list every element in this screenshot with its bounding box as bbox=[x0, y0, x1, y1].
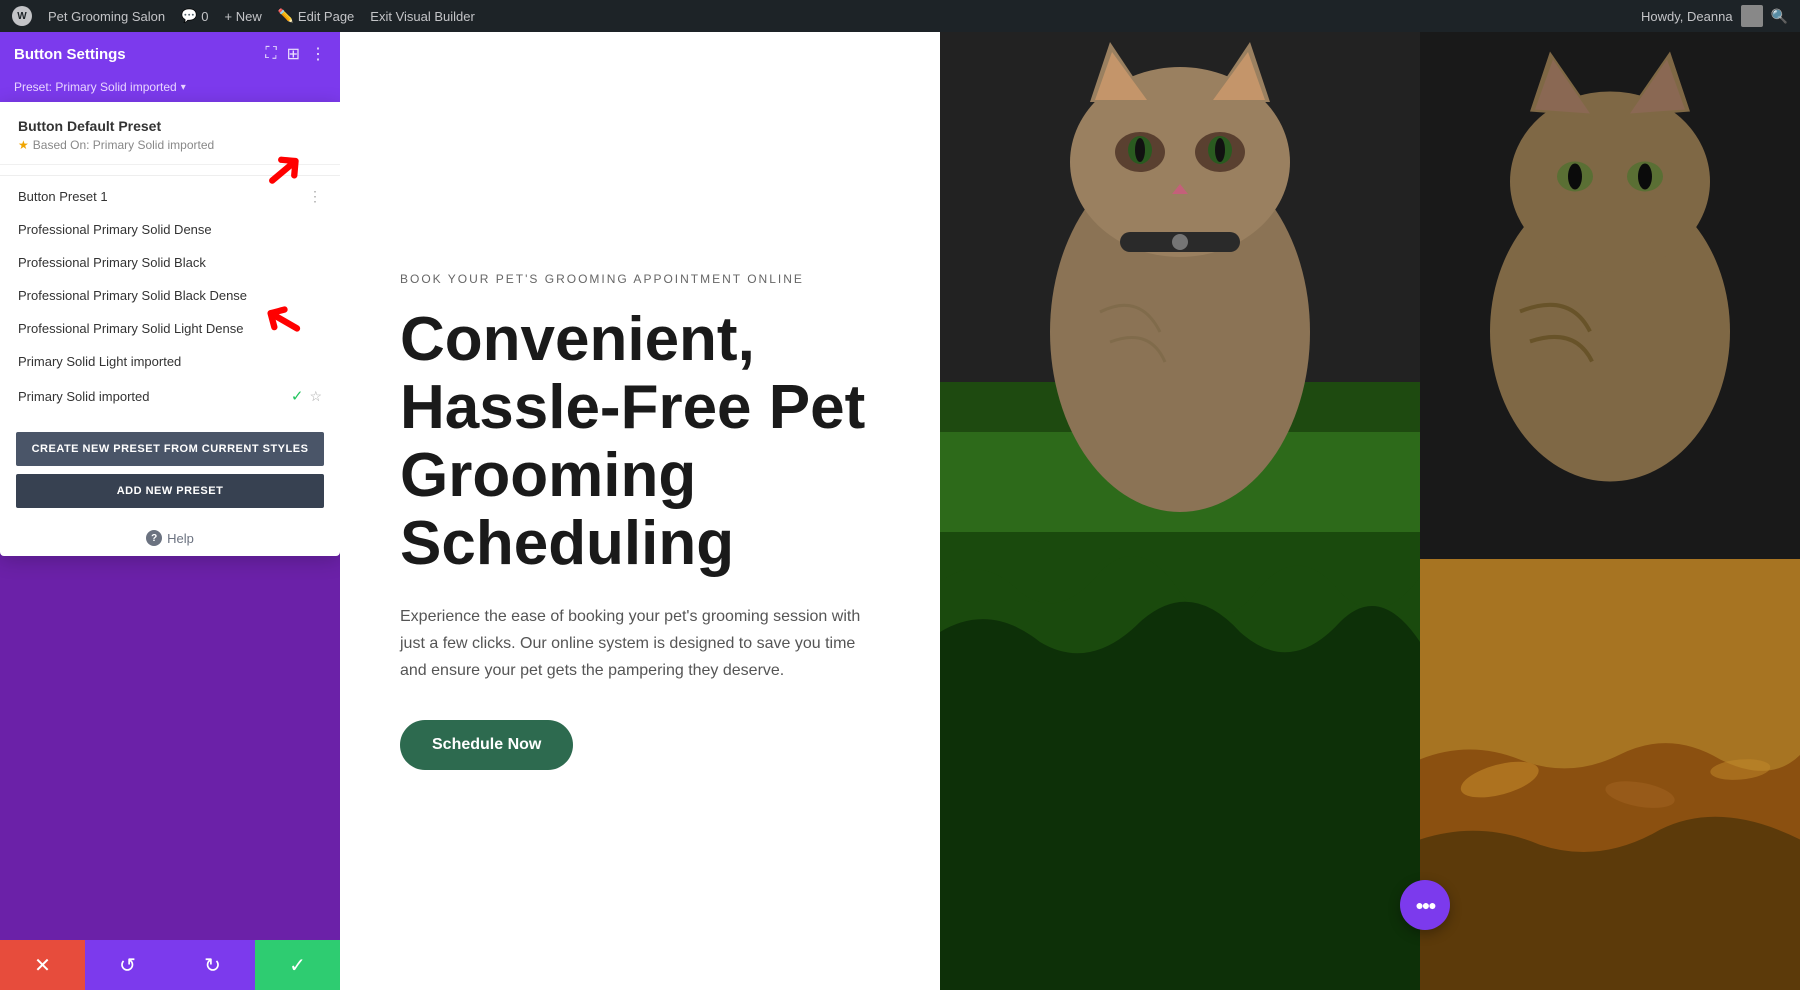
preset-item-label: Professional Primary Solid Black Dense bbox=[18, 288, 322, 303]
preset-item-label: Primary Solid imported bbox=[18, 389, 291, 404]
schedule-button[interactable]: Schedule Now bbox=[400, 720, 573, 770]
save-button[interactable]: ✓ bbox=[255, 940, 340, 990]
avatar[interactable] bbox=[1741, 5, 1763, 27]
admin-bar-right: Howdy, Deanna 🔍 bbox=[1641, 5, 1788, 27]
hero-title: Convenient, Hassle-Free Pet Grooming Sch… bbox=[400, 306, 880, 579]
preset-item-label: Button Preset 1 bbox=[18, 189, 322, 204]
hero-section: BOOK YOUR PET'S GROOMING APPOINTMENT ONL… bbox=[340, 32, 1800, 990]
comments-button[interactable]: 💬 0 bbox=[181, 8, 208, 24]
comments-count: 0 bbox=[201, 9, 208, 24]
screen-icon[interactable]: ⛶ bbox=[265, 45, 276, 63]
hero-tagline: BOOK YOUR PET'S GROOMING APPOINTMENT ONL… bbox=[400, 272, 880, 286]
exit-builder-button[interactable]: Exit Visual Builder bbox=[370, 9, 475, 24]
columns-icon[interactable]: ⊞ bbox=[287, 44, 300, 64]
help-label: Help bbox=[167, 531, 194, 546]
preset-item-active[interactable]: Primary Solid imported ✓ ☆ bbox=[0, 378, 340, 414]
redo-button[interactable]: ↻ bbox=[170, 940, 255, 990]
pencil-icon: ✏️ bbox=[278, 8, 294, 24]
help-link[interactable]: ? Help bbox=[0, 520, 340, 556]
exit-builder-label: Exit Visual Builder bbox=[370, 9, 475, 24]
wp-logo-button[interactable]: W bbox=[12, 6, 32, 26]
site-name[interactable]: Pet Grooming Salon bbox=[48, 9, 165, 24]
comment-icon: 💬 bbox=[181, 8, 197, 24]
default-preset-subtitle: ★ Based On: Primary Solid imported bbox=[18, 138, 322, 152]
preset-item[interactable]: Primary Solid Light imported bbox=[0, 345, 340, 378]
preset-actions: CREATE NEW PRESET FROM CURRENT STYLES AD… bbox=[0, 420, 340, 520]
close-icon: ✕ bbox=[34, 953, 51, 978]
checkmark-icon: ✓ bbox=[291, 387, 304, 405]
cat-image-svg bbox=[940, 32, 1420, 990]
star-outline-icon[interactable]: ☆ bbox=[309, 388, 322, 405]
close-button[interactable]: ✕ bbox=[0, 940, 85, 990]
settings-title: Button Settings bbox=[14, 46, 126, 63]
preset-item-label: Professional Primary Solid Dense bbox=[18, 222, 322, 237]
based-on-text: Based On: Primary Solid imported bbox=[33, 138, 214, 152]
default-preset-section: Button Default Preset ★ Based On: Primar… bbox=[0, 102, 340, 165]
preset-more-icon[interactable]: ⋮ bbox=[308, 188, 322, 205]
new-content-button[interactable]: + New bbox=[225, 9, 262, 24]
edit-page-button[interactable]: ✏️ Edit Page bbox=[278, 8, 355, 24]
edit-page-label: Edit Page bbox=[298, 9, 354, 24]
side-cats-bottom bbox=[1420, 559, 1800, 990]
redo-icon: ↻ bbox=[204, 953, 221, 978]
more-options-icon[interactable]: ⋮ bbox=[310, 44, 326, 64]
preset-item-label: Professional Primary Solid Light Dense bbox=[18, 321, 322, 336]
save-icon: ✓ bbox=[289, 953, 306, 978]
preset-item-label: Professional Primary Solid Black bbox=[18, 255, 322, 270]
help-icon: ? bbox=[146, 530, 162, 546]
fab-icon: ●●● bbox=[1415, 897, 1434, 913]
preset-item[interactable]: Professional Primary Solid Light Dense bbox=[0, 312, 340, 345]
star-icon: ★ bbox=[18, 138, 29, 152]
hero-description: Experience the ease of booking your pet'… bbox=[400, 603, 880, 685]
admin-bar: W Pet Grooming Salon 💬 0 + New ✏️ Edit P… bbox=[0, 0, 1800, 32]
preset-item-icons: ✓ ☆ bbox=[291, 387, 322, 405]
add-preset-button[interactable]: ADD NEW PRESET bbox=[16, 474, 324, 508]
bottom-toolbar: ✕ ↺ ↻ ✓ bbox=[0, 940, 340, 990]
preset-item[interactable]: Professional Primary Solid Black Dense bbox=[0, 279, 340, 312]
search-icon[interactable]: 🔍 bbox=[1771, 8, 1788, 25]
main-content: BOOK YOUR PET'S GROOMING APPOINTMENT ONL… bbox=[340, 32, 1800, 990]
preset-item[interactable]: Professional Primary Solid Black bbox=[0, 246, 340, 279]
side-cats-top bbox=[1420, 32, 1800, 559]
preset-item[interactable]: Button Preset 1 ⋮ bbox=[0, 175, 340, 213]
panel-sidebar: Button Settings ⛶ ⊞ ⋮ Preset: Primary So… bbox=[0, 32, 340, 990]
preset-label[interactable]: Preset: Primary Solid imported ▾ bbox=[0, 76, 340, 102]
page-wrapper: Button Settings ⛶ ⊞ ⋮ Preset: Primary So… bbox=[0, 32, 1800, 990]
chevron-down-icon: ▾ bbox=[181, 82, 186, 93]
settings-header-icons: ⛶ ⊞ ⋮ bbox=[265, 44, 326, 64]
settings-header: Button Settings ⛶ ⊞ ⋮ bbox=[0, 32, 340, 76]
undo-button[interactable]: ↺ bbox=[85, 940, 170, 990]
default-preset-title: Button Default Preset bbox=[18, 118, 322, 134]
undo-icon: ↺ bbox=[119, 953, 136, 978]
hero-left: BOOK YOUR PET'S GROOMING APPOINTMENT ONL… bbox=[340, 32, 940, 990]
preset-label-text: Preset: Primary Solid imported bbox=[14, 80, 177, 94]
preset-item[interactable]: Professional Primary Solid Dense bbox=[0, 213, 340, 246]
hero-image bbox=[940, 32, 1420, 990]
create-preset-button[interactable]: CREATE NEW PRESET FROM CURRENT STYLES bbox=[16, 432, 324, 466]
fab-button[interactable]: ●●● bbox=[1400, 880, 1450, 930]
user-greeting: Howdy, Deanna bbox=[1641, 9, 1733, 24]
new-label: + New bbox=[225, 9, 262, 24]
preset-item-label: Primary Solid Light imported bbox=[18, 354, 322, 369]
site-link: Pet Grooming Salon bbox=[48, 9, 165, 24]
preset-list: Button Preset 1 ⋮ Professional Primary S… bbox=[0, 165, 340, 420]
side-cats-panel bbox=[1420, 32, 1800, 990]
preset-dropdown: Button Default Preset ★ Based On: Primar… bbox=[0, 102, 340, 556]
wp-logo-icon: W bbox=[12, 6, 32, 26]
